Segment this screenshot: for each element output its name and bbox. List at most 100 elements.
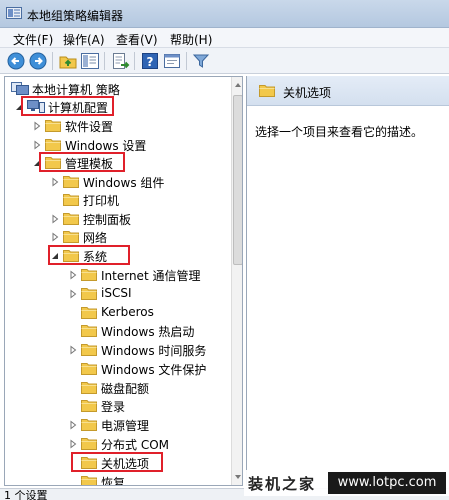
folder-icon xyxy=(81,476,97,485)
tree-pane-icon[interactable] xyxy=(80,51,100,71)
toolbar-separator xyxy=(186,52,187,70)
folder-icon xyxy=(63,213,79,225)
folder-icon xyxy=(81,363,97,375)
tree-item-distributed-com[interactable]: 分布式 COM xyxy=(5,435,229,453)
folder-icon xyxy=(81,269,97,281)
tree-item-logon[interactable]: 登录 xyxy=(5,397,229,415)
status-text: 1 个设置 xyxy=(4,489,48,500)
export-icon[interactable] xyxy=(110,51,130,71)
tree-item-kerberos[interactable]: Kerberos xyxy=(5,304,229,322)
tree-item-windows-file-protection[interactable]: Windows 文件保护 xyxy=(5,360,229,378)
tree-item-label: 电源管理 xyxy=(101,419,150,433)
collapsed-arrow-icon[interactable] xyxy=(51,232,59,242)
tree-item-label: 登录 xyxy=(101,400,126,414)
watermark: 装机之家 www.lotpc.com xyxy=(244,470,449,496)
policy-editor-icon xyxy=(6,7,22,19)
policy-icon xyxy=(11,82,29,95)
folder-icon xyxy=(63,194,79,206)
highlight-box-admin-templates xyxy=(39,152,125,172)
title-bar: 本地组策略编辑器 xyxy=(0,0,449,28)
tree-item-label: Windows 热启动 xyxy=(101,325,195,339)
folder-icon xyxy=(81,325,97,337)
forward-arrow-icon[interactable] xyxy=(28,51,48,71)
back-arrow-icon[interactable] xyxy=(6,51,26,71)
tree-item-internet-comm[interactable]: Internet 通信管理 xyxy=(5,266,229,284)
tree-item-label: Windows 文件保护 xyxy=(101,363,207,377)
folder-icon xyxy=(81,400,97,412)
tree-item-printers[interactable]: 打印机 xyxy=(5,191,229,209)
up-folder-icon[interactable] xyxy=(58,51,78,71)
menu-bar: 文件(F) 操作(A) 查看(V) 帮助(H) xyxy=(0,28,449,48)
collapsed-arrow-icon[interactable] xyxy=(69,289,77,299)
tree-item-label: 打印机 xyxy=(83,194,120,208)
menu-file[interactable]: 文件(F) xyxy=(13,31,53,48)
tree-item-label: 磁盘配额 xyxy=(101,382,150,396)
folder-icon xyxy=(81,307,97,319)
collapsed-arrow-icon[interactable] xyxy=(51,177,59,187)
collapsed-arrow-icon[interactable] xyxy=(69,420,77,430)
highlight-box-shutdown-options xyxy=(71,452,163,472)
folder-icon xyxy=(63,176,79,188)
detail-title: 关机选项 xyxy=(283,86,332,100)
tree-item-label: Kerberos xyxy=(101,305,154,319)
collapsed-arrow-icon[interactable] xyxy=(33,121,41,131)
folder-icon xyxy=(63,231,79,243)
folder-icon xyxy=(81,438,97,450)
menu-action[interactable]: 操作(A) xyxy=(63,31,105,48)
folder-icon xyxy=(81,288,97,300)
toolbar-separator xyxy=(52,52,53,70)
detail-header: 关机选项 xyxy=(247,76,449,106)
properties-icon[interactable] xyxy=(162,51,182,71)
scroll-down-icon[interactable] xyxy=(234,473,242,481)
tree-item-label: Windows 组件 xyxy=(83,176,165,190)
tree-item-network[interactable]: 网络 xyxy=(5,228,229,246)
svg-text:?: ? xyxy=(147,55,154,69)
highlight-box-computer-config xyxy=(21,96,114,116)
folder-icon xyxy=(81,419,97,431)
tree-item-label: 恢复 xyxy=(101,476,126,486)
watermark-brand: 装机之家 xyxy=(248,475,317,493)
watermark-url: www.lotpc.com xyxy=(328,472,446,494)
tree-item-windows-hotstart[interactable]: Windows 热启动 xyxy=(5,322,229,340)
folder-icon xyxy=(45,120,61,132)
tree-item-software-settings[interactable]: 软件设置 xyxy=(5,117,229,135)
filter-icon[interactable] xyxy=(191,51,211,71)
tree-item-control-panel[interactable]: 控制面板 xyxy=(5,210,229,228)
tree-item-disk-quota[interactable]: 磁盘配额 xyxy=(5,379,229,397)
tree-item-power-management[interactable]: 电源管理 xyxy=(5,416,229,434)
tree-item-windows-components[interactable]: Windows 组件 xyxy=(5,173,229,191)
tree-scrollbar[interactable] xyxy=(231,77,242,485)
help-icon[interactable]: ? xyxy=(140,51,160,71)
menu-view[interactable]: 查看(V) xyxy=(116,31,158,48)
highlight-box-system xyxy=(48,245,130,265)
tree-item-label: Internet 通信管理 xyxy=(101,269,201,283)
folder-icon xyxy=(259,85,275,97)
tree-item-label: 分布式 COM xyxy=(101,438,169,452)
collapsed-arrow-icon[interactable] xyxy=(51,214,59,224)
tree-item-label: Windows 时间服务 xyxy=(101,344,207,358)
tree-item-recovery[interactable]: 恢复 xyxy=(5,473,229,486)
tree-item-label: 软件设置 xyxy=(65,120,114,134)
tree-item-label: iSCSI xyxy=(101,286,132,300)
scroll-up-icon[interactable] xyxy=(234,81,242,89)
folder-icon xyxy=(81,344,97,356)
tree-item-label: 控制面板 xyxy=(83,213,132,227)
collapsed-arrow-icon[interactable] xyxy=(33,140,41,150)
window-title: 本地组策略编辑器 xyxy=(27,9,124,23)
toolbar-separator xyxy=(134,52,135,70)
menu-help[interactable]: 帮助(H) xyxy=(170,31,212,48)
detail-pane: 关机选项 选择一个项目来查看它的描述。 xyxy=(246,76,449,486)
tree-item-iscsi[interactable]: iSCSI xyxy=(5,285,229,303)
detail-description: 选择一个项目来查看它的描述。 xyxy=(255,125,424,139)
scrollbar-thumb[interactable] xyxy=(233,95,242,265)
folder-icon xyxy=(81,382,97,394)
toolbar: ? xyxy=(0,48,449,74)
folder-icon xyxy=(45,139,61,151)
collapsed-arrow-icon[interactable] xyxy=(69,270,77,280)
tree-pane[interactable]: 本地计算机 策略 计算机配置 软件设置 Windows 设置 管理模板 Wind… xyxy=(4,76,243,486)
collapsed-arrow-icon[interactable] xyxy=(69,345,77,355)
toolbar-separator xyxy=(104,52,105,70)
collapsed-arrow-icon[interactable] xyxy=(69,439,77,449)
tree-item-windows-time[interactable]: Windows 时间服务 xyxy=(5,341,229,359)
tree-item-label: 网络 xyxy=(83,231,108,245)
